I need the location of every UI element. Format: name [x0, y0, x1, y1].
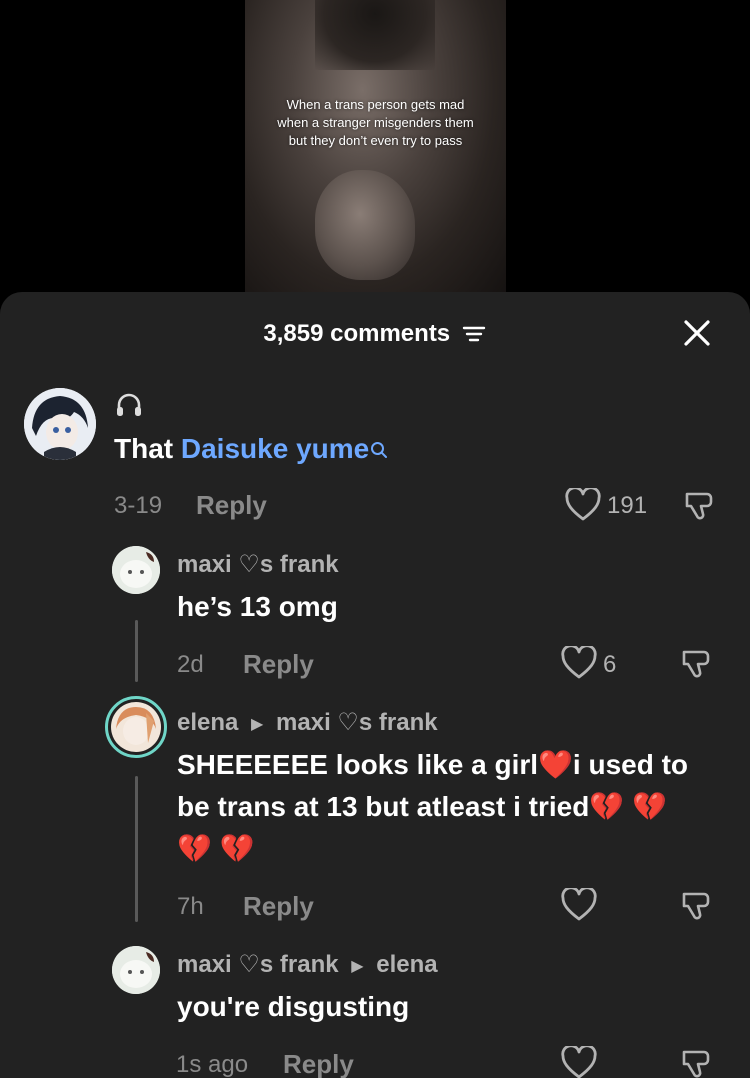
- like-count: 191: [607, 492, 648, 519]
- broken-heart-emoji: 💔: [177, 833, 212, 864]
- broken-heart-emoji: 💔: [589, 791, 625, 822]
- comment-text-part: SHEEEEEE looks like a girl: [177, 749, 539, 780]
- dislike-icon[interactable]: [680, 646, 716, 682]
- reply-button[interactable]: Reply: [283, 1049, 354, 1078]
- comments-header: 3,859 comments: [0, 320, 750, 352]
- commenter-name[interactable]: elena ▶ maxi ♡s frank: [177, 708, 438, 737]
- search-icon[interactable]: [369, 430, 389, 472]
- dislike-icon[interactable]: [680, 1046, 716, 1078]
- red-heart-emoji: ❤️: [538, 749, 573, 780]
- video-hair-shape: [315, 0, 435, 70]
- headphones-icon: [114, 390, 144, 420]
- avatar[interactable]: [105, 696, 167, 758]
- dislike-icon[interactable]: [680, 888, 716, 924]
- thread-line: [135, 776, 138, 922]
- heart-icon[interactable]: [561, 644, 597, 680]
- heart-icon[interactable]: [561, 886, 597, 922]
- avatar[interactable]: [24, 388, 96, 460]
- broken-heart-emoji: 💔: [632, 791, 667, 822]
- dislike-icon[interactable]: [683, 488, 719, 524]
- video-fist-shape: [315, 170, 415, 280]
- video-caption: When a trans person gets mad when a stra…: [277, 97, 474, 148]
- reply-arrow-icon: ▶: [351, 957, 364, 975]
- reply-button[interactable]: Reply: [243, 891, 314, 922]
- avatar[interactable]: [112, 946, 160, 994]
- comment-text-prefix: That: [114, 433, 181, 464]
- video-preview[interactable]: When a trans person gets mad when a stra…: [245, 0, 506, 300]
- reply-to-name[interactable]: maxi ♡s frank: [276, 709, 438, 736]
- avatar[interactable]: [112, 546, 160, 594]
- heart-icon[interactable]: [565, 486, 601, 522]
- comment-text-part: i used to: [572, 749, 689, 780]
- like-count: 6: [603, 651, 617, 678]
- sort-icon[interactable]: [461, 323, 487, 350]
- reply-button[interactable]: Reply: [243, 649, 314, 680]
- comment-text: That Daisuke yume: [114, 428, 389, 472]
- commenter-name[interactable]: maxi ♡s frank ▶ elena: [177, 950, 438, 979]
- reply-button[interactable]: Reply: [196, 490, 267, 521]
- comment-date: 3-19: [114, 492, 163, 519]
- reply-arrow-icon: ▶: [251, 715, 264, 733]
- comment-date: 2d: [177, 651, 204, 678]
- comment-text-part: be trans at 13 but atleast i tried: [177, 791, 590, 822]
- commenter-name-text: elena: [177, 709, 239, 736]
- comment-date: 1s ago: [176, 1051, 249, 1078]
- comment-date: 7h: [177, 893, 204, 920]
- close-icon[interactable]: [682, 318, 712, 348]
- reply-to-name[interactable]: elena: [376, 951, 437, 978]
- commenter-name-text: maxi ♡s frank: [177, 951, 339, 978]
- thread-line: [135, 620, 138, 682]
- comment-text: SHEEEEEE looks like a girl❤️i used to be…: [177, 744, 737, 870]
- heart-icon[interactable]: [561, 1046, 597, 1078]
- commenter-name[interactable]: maxi ♡s frank: [177, 550, 339, 579]
- comments-count: 3,859 comments: [263, 320, 451, 347]
- user-mention[interactable]: Daisuke yume: [181, 433, 369, 464]
- comment-text: he’s 13 omg: [177, 591, 338, 622]
- broken-heart-emoji: 💔: [219, 833, 255, 864]
- comment-text: you're disgusting: [177, 991, 410, 1022]
